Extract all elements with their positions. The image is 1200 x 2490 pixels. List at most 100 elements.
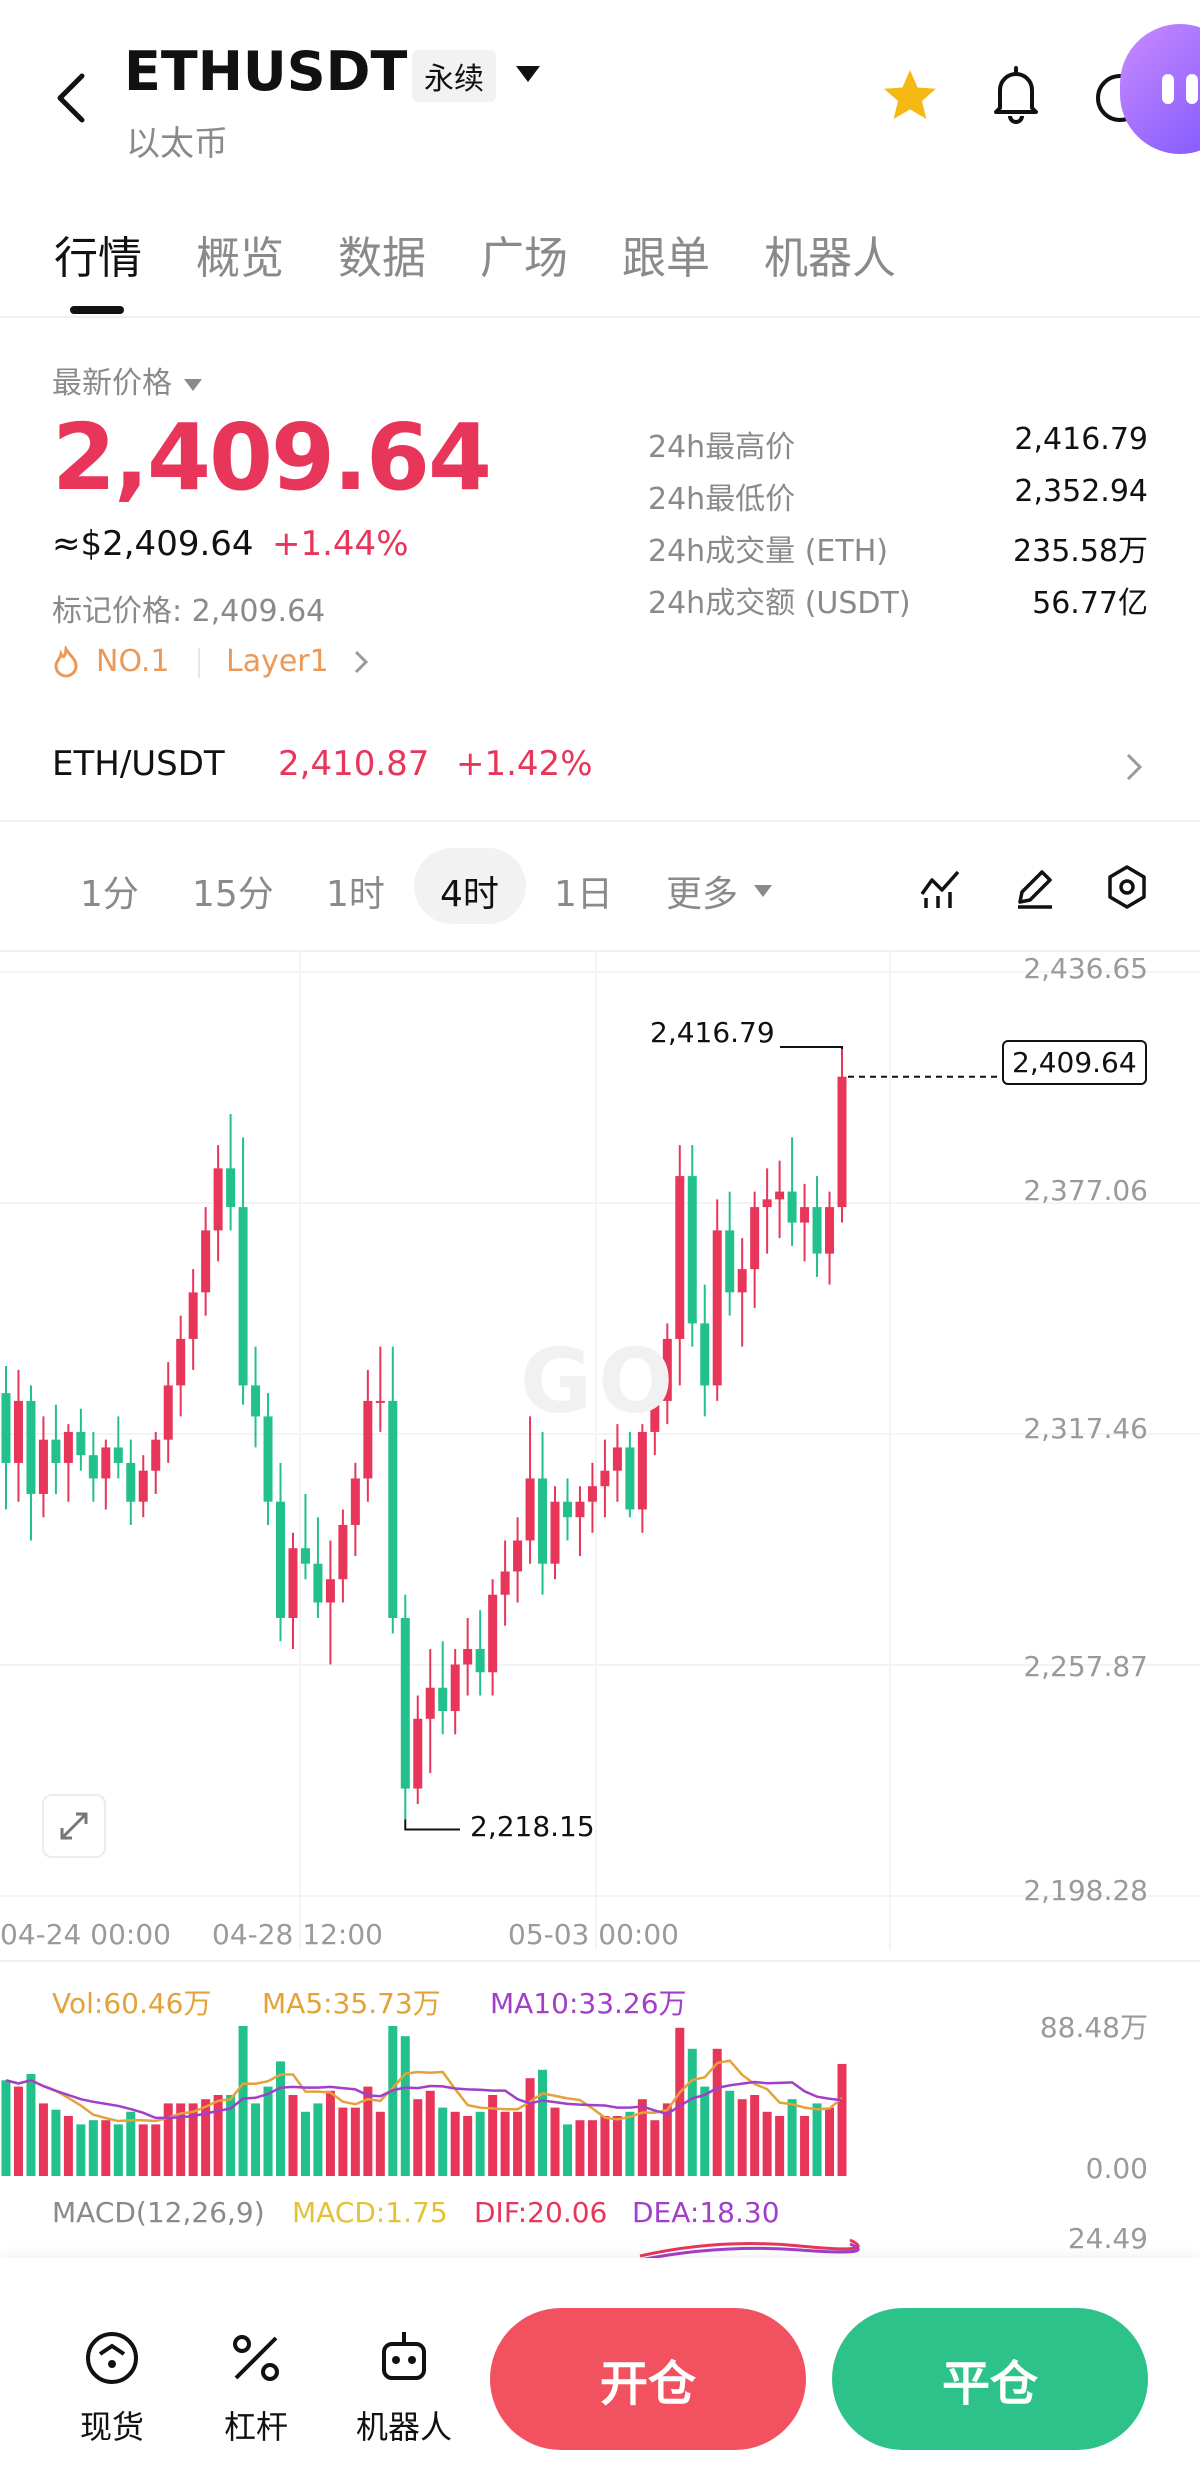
candle <box>1 1366 11 1510</box>
latest-price-label[interactable]: 最新价格 <box>52 358 204 402</box>
candle-body <box>488 1594 498 1673</box>
back-button[interactable] <box>48 66 96 130</box>
candle-body <box>550 1501 560 1564</box>
candle-body <box>38 1439 48 1494</box>
assistant-bubble-icon[interactable] <box>1120 24 1200 154</box>
volume-bar <box>51 2109 61 2176</box>
candle <box>637 1424 647 1533</box>
volume-legend-vol: Vol:60.46万 <box>52 1987 212 2020</box>
candle-body <box>163 1385 173 1440</box>
candle-body <box>762 1199 772 1208</box>
interval-more[interactable]: 更多 <box>666 865 774 917</box>
candle <box>625 1431 635 1518</box>
divider <box>0 820 1200 822</box>
candle <box>375 1346 385 1432</box>
candle <box>700 1284 710 1417</box>
candle <box>687 1145 697 1347</box>
candle <box>400 1594 410 1820</box>
candle-body <box>101 1447 111 1479</box>
candle-body <box>575 1501 585 1518</box>
spot-button[interactable]: 现货 <box>52 2316 172 2456</box>
candle <box>762 1168 772 1254</box>
volume-bar <box>500 2111 510 2176</box>
interval-4h[interactable]: 4时 <box>440 865 499 917</box>
interval-1d[interactable]: 1日 <box>554 865 613 917</box>
interval-15m[interactable]: 15分 <box>192 865 274 917</box>
candle-body <box>675 1176 685 1339</box>
candle <box>712 1199 722 1401</box>
draw-pencil-icon[interactable] <box>1012 864 1058 910</box>
volume-bar <box>201 2099 211 2176</box>
low-price-label: 2,218.15 <box>470 1810 595 1843</box>
volume-bar <box>775 2116 785 2176</box>
candle <box>600 1439 610 1518</box>
fullscreen-button[interactable] <box>42 1794 106 1858</box>
close-position-button[interactable]: 平仓 <box>832 2308 1148 2450</box>
volume-bar <box>637 2099 647 2176</box>
symbol-title[interactable]: ETHUSDT <box>124 40 407 103</box>
candle <box>787 1137 797 1246</box>
candle <box>812 1176 822 1277</box>
volume-legend-ma10: MA10:33.26万 <box>490 1987 687 2020</box>
open-position-button[interactable]: 开仓 <box>490 2308 806 2450</box>
candle <box>475 1610 485 1696</box>
candle-body <box>313 1563 323 1603</box>
bot-button[interactable]: 机器人 <box>344 2316 464 2456</box>
candle-body <box>712 1230 722 1386</box>
volume-bar <box>38 2103 48 2176</box>
tab-square[interactable]: 广场 <box>480 222 568 286</box>
y-axis-tick: 2,198.28 <box>1023 1874 1148 1907</box>
candle-body <box>450 1664 460 1712</box>
leverage-button[interactable]: 杠杆 <box>196 2316 316 2456</box>
volume-bar <box>762 2111 772 2176</box>
tab-bot[interactable]: 机器人 <box>764 222 896 286</box>
volume-bar <box>76 2124 86 2176</box>
candle <box>288 1532 298 1650</box>
tab-overview[interactable]: 概览 <box>196 222 284 286</box>
tab-data[interactable]: 数据 <box>338 222 426 286</box>
chevron-right-icon <box>354 650 368 673</box>
volume-bar <box>600 2116 610 2176</box>
interval-1m[interactable]: 1分 <box>80 865 139 917</box>
volume-bar <box>251 2103 261 2176</box>
candle-body <box>600 1470 610 1487</box>
rank-tag[interactable]: NO.1 <box>52 644 169 679</box>
candle-body <box>251 1385 261 1417</box>
candle-body <box>700 1323 710 1386</box>
candle <box>837 1048 847 1223</box>
candle <box>38 1416 48 1518</box>
candle-body <box>363 1400 373 1479</box>
candle-body <box>400 1617 410 1789</box>
symbol-dropdown-icon[interactable] <box>514 64 542 88</box>
candle-body <box>325 1579 335 1603</box>
candlestick-chart[interactable] <box>0 950 1200 1950</box>
candle-body <box>587 1486 597 1502</box>
candle-body <box>538 1478 548 1564</box>
interval-1h[interactable]: 1时 <box>326 865 385 917</box>
stat-value-low: 2,352.94 <box>1014 474 1148 509</box>
candle <box>562 1478 572 1541</box>
favorite-star-icon[interactable] <box>880 66 940 130</box>
indicator-icon[interactable] <box>918 864 964 910</box>
candle <box>325 1540 335 1665</box>
divider <box>0 1960 1200 1962</box>
candle-body <box>425 1687 435 1719</box>
candle-body <box>188 1292 198 1339</box>
candle <box>737 1238 747 1347</box>
back-arrow-icon <box>57 73 85 123</box>
tab-market[interactable]: 行情 <box>54 222 142 286</box>
chart-settings-icon[interactable] <box>1104 864 1150 910</box>
volume-bar <box>475 2111 485 2176</box>
tab-copy-trade[interactable]: 跟单 <box>622 222 710 286</box>
volume-bar <box>825 2107 835 2176</box>
volume-bar <box>450 2111 460 2176</box>
macd-legend-dif: DIF:20.06 <box>474 2196 608 2229</box>
spot-pair-row[interactable]: ETH/USDT 2,410.87 +1.42% <box>0 730 1200 810</box>
candle <box>63 1424 73 1502</box>
volume-bar <box>88 2120 98 2176</box>
category-tag[interactable]: Layer1 <box>226 644 373 679</box>
volume-chart <box>1 2026 847 2176</box>
bell-icon[interactable] <box>988 64 1044 130</box>
fire-icon <box>54 645 78 677</box>
candle-body <box>612 1447 622 1471</box>
